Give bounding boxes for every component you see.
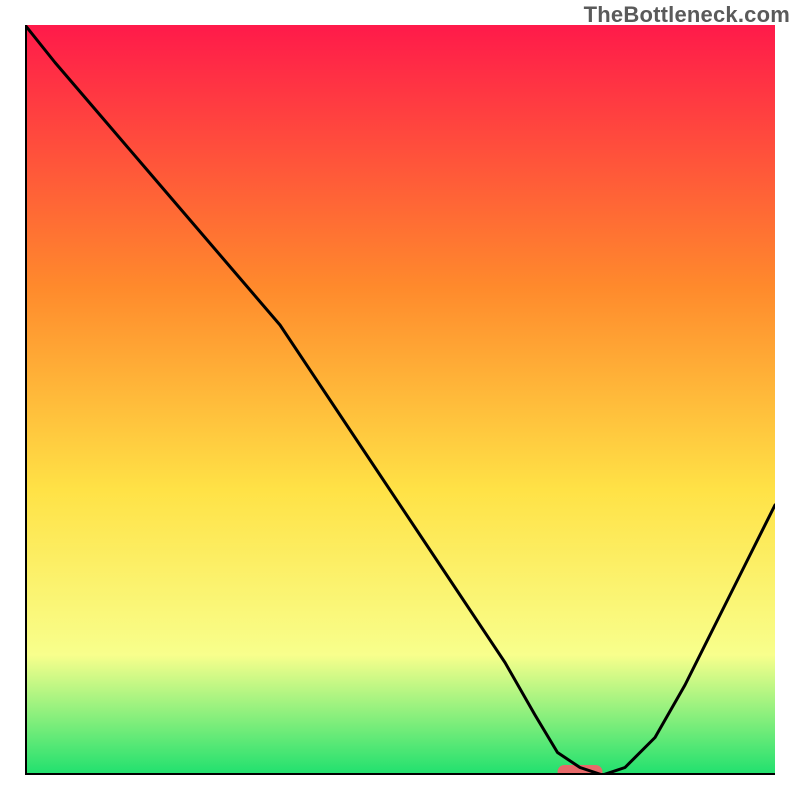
chart-root: TheBottleneck.com — [0, 0, 800, 800]
bottleneck-chart — [25, 25, 775, 775]
plot-area — [25, 25, 775, 775]
gradient-background — [25, 25, 775, 775]
